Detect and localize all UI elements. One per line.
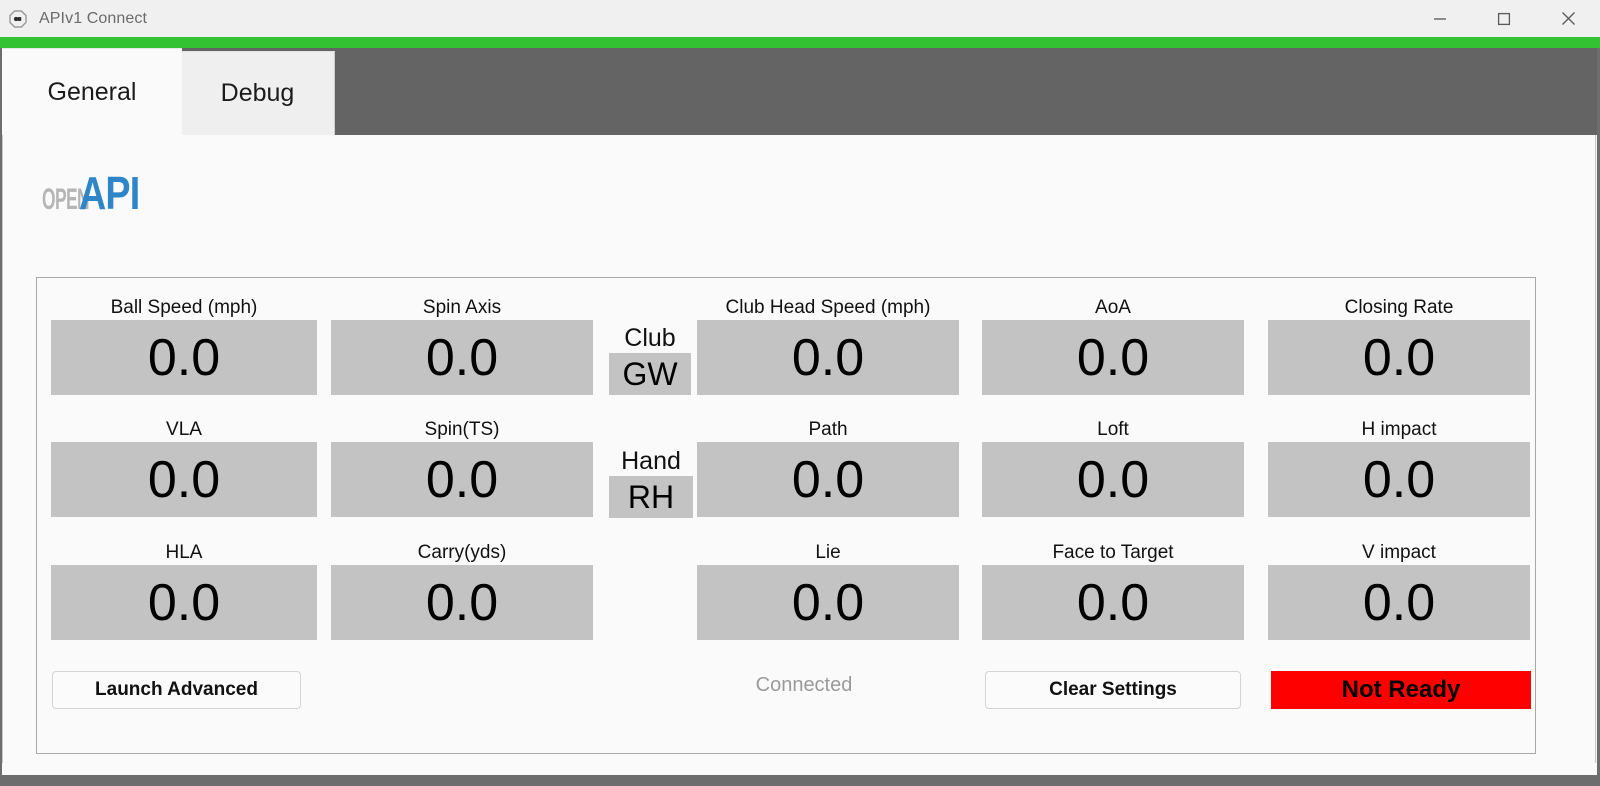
window-title: APIv1 Connect <box>39 9 148 27</box>
field-v-impact-value: 0.0 <box>1268 565 1530 640</box>
field-ball-speed-value: 0.0 <box>51 320 317 395</box>
field-h-impact: H impact 0.0 <box>1268 418 1530 517</box>
ready-status-label: Not Ready <box>1341 676 1461 703</box>
window-edge-bottom <box>0 775 1600 786</box>
field-hla-label: HLA <box>165 542 203 563</box>
window-titlebar: APIv1 Connect <box>0 0 1600 37</box>
field-face-to-target-value: 0.0 <box>982 565 1244 640</box>
field-path: Path 0.0 <box>697 418 959 517</box>
shot-data-panel: Ball Speed (mph) 0.0 VLA 0.0 HLA 0.0 Spi… <box>36 277 1536 754</box>
field-closing-rate-label: Closing Rate <box>1344 297 1454 318</box>
field-hla-value: 0.0 <box>51 565 317 640</box>
field-ball-speed-label: Ball Speed (mph) <box>110 297 258 318</box>
field-spin-ts: Spin(TS) 0.0 <box>331 418 593 517</box>
field-h-impact-value: 0.0 <box>1268 442 1530 517</box>
field-club-head-speed: Club Head Speed (mph) 0.0 <box>697 296 959 395</box>
field-closing-rate: Closing Rate 0.0 <box>1268 296 1530 395</box>
field-spin-ts-value: 0.0 <box>331 442 593 517</box>
shot-data-grid: Ball Speed (mph) 0.0 VLA 0.0 HLA 0.0 Spi… <box>37 278 1537 755</box>
field-vla: VLA 0.0 <box>51 418 317 517</box>
field-face-to-target-label: Face to Target <box>1052 542 1174 563</box>
field-aoa-value: 0.0 <box>982 320 1244 395</box>
field-hand-value[interactable]: RH <box>609 476 693 518</box>
field-loft: Loft 0.0 <box>982 418 1244 517</box>
connection-status: Connected <box>704 674 904 697</box>
field-v-impact: V impact 0.0 <box>1268 541 1530 640</box>
clear-settings-label: Clear Settings <box>1049 679 1177 700</box>
field-lie: Lie 0.0 <box>697 541 959 640</box>
app-window: APIv1 Connect General Debug OPEN API Bal… <box>0 0 1600 786</box>
accent-bar <box>0 37 1600 48</box>
minimize-button[interactable] <box>1408 0 1472 37</box>
logo-api-text: API <box>79 167 140 219</box>
field-club-value[interactable]: GW <box>609 353 691 395</box>
connection-status-label: Connected <box>755 674 853 696</box>
field-closing-rate-value: 0.0 <box>1268 320 1530 395</box>
field-face-to-target: Face to Target 0.0 <box>982 541 1244 640</box>
clear-settings-button[interactable]: Clear Settings <box>985 671 1241 709</box>
launch-advanced-label: Launch Advanced <box>95 679 258 700</box>
field-club-label: Club <box>624 324 676 352</box>
window-controls <box>1408 0 1600 37</box>
field-vla-label: VLA <box>166 419 202 440</box>
field-loft-label: Loft <box>1097 419 1129 440</box>
window-bottom-strip <box>2 763 1597 775</box>
field-spin-axis-label: Spin Axis <box>422 297 502 318</box>
tab-debug[interactable]: Debug <box>180 51 335 135</box>
field-carry-value: 0.0 <box>331 565 593 640</box>
field-vla-value: 0.0 <box>51 442 317 517</box>
field-ball-speed: Ball Speed (mph) 0.0 <box>51 296 317 395</box>
field-aoa-label: AoA <box>1095 297 1131 318</box>
ready-status-badge[interactable]: Not Ready <box>1271 671 1531 709</box>
maximize-button[interactable] <box>1472 0 1536 37</box>
field-hand: Hand RH <box>609 446 693 518</box>
field-lie-value: 0.0 <box>697 565 959 640</box>
tab-general-label: General <box>47 77 137 106</box>
field-aoa: AoA 0.0 <box>982 296 1244 395</box>
field-loft-value: 0.0 <box>982 442 1244 517</box>
field-path-label: Path <box>808 419 848 440</box>
tab-debug-label: Debug <box>220 79 295 107</box>
close-button[interactable] <box>1536 0 1600 37</box>
field-club-head-speed-label: Club Head Speed (mph) <box>725 297 931 318</box>
app-octagon-icon <box>9 9 27 28</box>
openapi-logo: OPEN API <box>42 170 153 216</box>
field-carry-label: Carry(yds) <box>417 542 507 563</box>
field-v-impact-label: V impact <box>1362 542 1436 563</box>
tab-strip: General Debug <box>0 48 1600 135</box>
field-club: Club GW <box>609 323 691 395</box>
field-hand-label: Hand <box>621 447 681 475</box>
tab-general[interactable]: General <box>2 48 182 135</box>
window-edge-left <box>0 48 2 776</box>
field-h-impact-label: H impact <box>1361 419 1437 440</box>
field-hla: HLA 0.0 <box>51 541 317 640</box>
field-lie-label: Lie <box>815 542 841 563</box>
field-spin-ts-label: Spin(TS) <box>424 419 500 440</box>
field-carry: Carry(yds) 0.0 <box>331 541 593 640</box>
field-club-head-speed-value: 0.0 <box>697 320 959 395</box>
launch-advanced-button[interactable]: Launch Advanced <box>52 671 301 709</box>
field-spin-axis-value: 0.0 <box>331 320 593 395</box>
field-path-value: 0.0 <box>697 442 959 517</box>
field-spin-axis: Spin Axis 0.0 <box>331 296 593 395</box>
